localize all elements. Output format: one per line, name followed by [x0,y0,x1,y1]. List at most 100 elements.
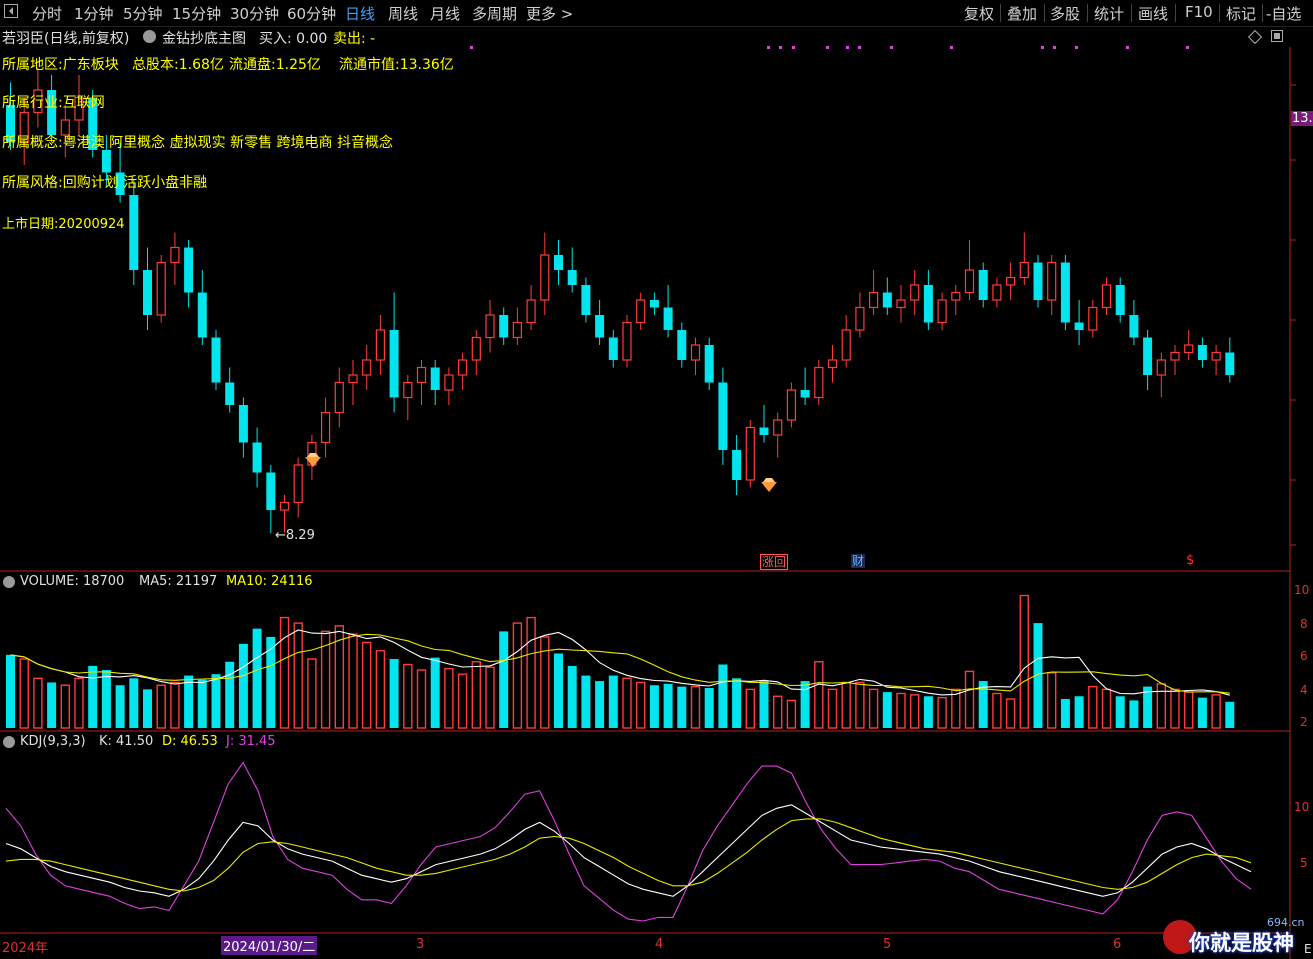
kdj-collapse-icon[interactable] [3,736,15,748]
event-tag-finance[interactable]: 财 [851,554,866,568]
volume-bar [156,684,166,729]
volume-bar [101,670,111,728]
volume-bar [882,692,892,728]
candle-body [759,427,769,435]
volume-bar [170,681,180,729]
volume-bar [348,633,358,729]
volume-bar [786,699,797,729]
candle-body [855,306,865,331]
volume-tick: 4 [1300,683,1308,697]
volume-bar [951,688,961,729]
candle-body [1211,351,1221,361]
candle-body [814,366,824,399]
volume-ma10-line [10,633,1230,694]
candle-body [677,330,687,360]
event-tag-zhanghui[interactable]: 涨回 [760,554,789,570]
candle-body [540,254,550,301]
volume-bar [896,692,906,729]
candle-body [923,285,933,323]
event-tag-dollar[interactable]: $ [1186,553,1194,568]
volume-bar [910,694,920,729]
volume-bar [636,681,646,729]
volume-bar [362,641,372,729]
volume-bar [649,685,659,728]
volume-bar [252,628,262,728]
candle-body [567,270,577,285]
volume-bar [184,675,194,728]
volume-bar [1101,688,1112,729]
candle-body [937,299,947,324]
volume-bar [6,654,15,728]
month-label: 6 [1113,937,1122,952]
volume-bar [1088,685,1098,729]
volume-bar [1115,696,1125,728]
candle-body [1225,352,1235,375]
volume-label: VOLUME: 18700 [20,574,125,589]
listing-date-info: 上市日期:20200924 [2,217,125,232]
date-cursor-label: 2024/01/30/二 [221,936,318,955]
candle-body [636,299,646,324]
volume-bar [512,622,523,729]
volume-bar [567,665,577,728]
candle-body [718,382,728,450]
volume-bar [279,616,290,729]
kdj-d-value: D: 46.53 [162,734,218,749]
month-label: 3 [416,937,425,952]
candle-body [1005,276,1016,286]
volume-bar [718,664,728,728]
candle-body [690,344,701,361]
volume-bar [375,650,386,729]
candle-body [170,246,180,264]
candle-body [773,419,783,436]
kdj-lines-group [5,761,1252,922]
watermark-brand: 你就是股神 [1189,931,1294,955]
candle-body [882,292,892,308]
volume-bar [595,681,605,728]
candle-body [321,411,331,444]
volume-bar [690,685,701,729]
volume-bar [225,661,235,728]
candle-body [841,329,851,361]
style-info: 所属风格:回购计划 活跃小盘非融 [2,175,208,191]
candle-body [430,367,440,390]
volume-bar [1170,688,1180,729]
region-info: 所属地区:广东板块 [2,57,119,73]
kdj-k-line [5,804,1252,897]
total-shares-info: 总股本:1.68亿 [132,57,224,73]
volume-bar [1183,691,1194,729]
candle-body [1074,322,1084,330]
volume-bar [554,653,563,728]
volume-bar [457,673,468,729]
candle-body [348,374,358,384]
candle-body [252,442,262,473]
volume-bar [745,688,755,729]
candle-body [211,337,221,383]
volume-bar [444,667,454,729]
kdj-j-line [5,761,1252,922]
candle-body [403,381,413,399]
volume-bar [60,684,70,729]
candle-body [554,255,563,270]
volume-bar [608,675,618,728]
volume-collapse-icon[interactable] [3,576,15,588]
candle-body [910,284,920,301]
volume-bar [485,666,495,729]
kdj-d-line [5,818,1252,892]
volume-bar [1197,697,1207,728]
volume-bar [855,681,865,729]
candle-body [1047,261,1057,301]
volume-bar [74,677,84,729]
volume-bar [992,692,1002,729]
candle-body [1129,315,1139,338]
candle-body [896,299,906,309]
volume-bar [403,663,413,729]
volume-bar [937,696,947,729]
kdj-k-value: K: 41.50 [99,734,154,749]
volume-bar [581,675,591,728]
volume-ma10: MA10: 24116 [226,574,313,589]
concepts-info: 所属概念:粤港澳 阿里概念 虚拟现实 新零售 跨境电商 抖音概念 [2,135,393,151]
volume-bar [33,677,43,729]
volume-bar [238,643,248,728]
volume-bar [622,677,632,729]
candle-body [238,405,248,443]
